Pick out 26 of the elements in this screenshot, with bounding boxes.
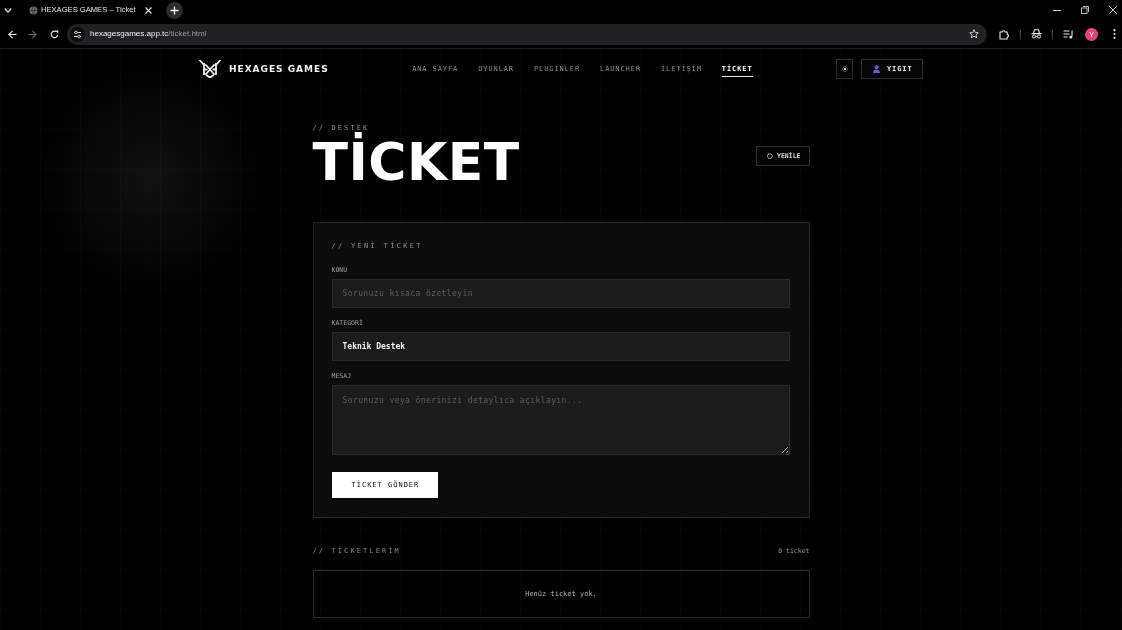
close-tab-icon[interactable] bbox=[145, 6, 152, 14]
site-settings-icon[interactable] bbox=[70, 26, 85, 42]
url-text[interactable]: hexagesgames.app.tc/ticket.html bbox=[90, 29, 207, 39]
brand-name[interactable]: HEXAGES GAMES bbox=[229, 64, 329, 74]
forward-arrow-icon[interactable] bbox=[28, 29, 37, 39]
globe-icon bbox=[29, 5, 38, 15]
logo-icon[interactable] bbox=[199, 60, 221, 78]
reload-icon[interactable] bbox=[50, 29, 59, 39]
bookmark-star-icon[interactable] bbox=[969, 29, 979, 39]
back-arrow-icon[interactable] bbox=[8, 29, 17, 39]
close-window-icon[interactable] bbox=[1109, 6, 1117, 14]
person-icon bbox=[873, 65, 880, 73]
sun-icon bbox=[841, 66, 848, 72]
chevron-down-icon[interactable] bbox=[4, 7, 12, 13]
hat-and-glasses-icon[interactable] bbox=[1031, 29, 1042, 39]
new-tab-icon[interactable] bbox=[166, 1, 183, 19]
minimize-icon[interactable] bbox=[1053, 9, 1061, 11]
address-bar[interactable]: hexagesgames.app.tc/ticket.html bbox=[67, 23, 987, 45]
playlist-icon[interactable] bbox=[1063, 29, 1074, 39]
theme-toggle-button[interactable] bbox=[836, 59, 853, 79]
textarea-field[interactable]: Sorunuzu veya önerinizi detaylıca açıklayın... bbox=[331, 385, 790, 455]
select-field[interactable]: Teknik Destek bbox=[331, 332, 790, 361]
restore-icon[interactable] bbox=[1081, 6, 1089, 14]
puzzle-piece-icon[interactable] bbox=[999, 28, 1010, 40]
kebab-menu-icon[interactable] bbox=[1113, 29, 1116, 39]
refresh-icon bbox=[767, 153, 773, 159]
